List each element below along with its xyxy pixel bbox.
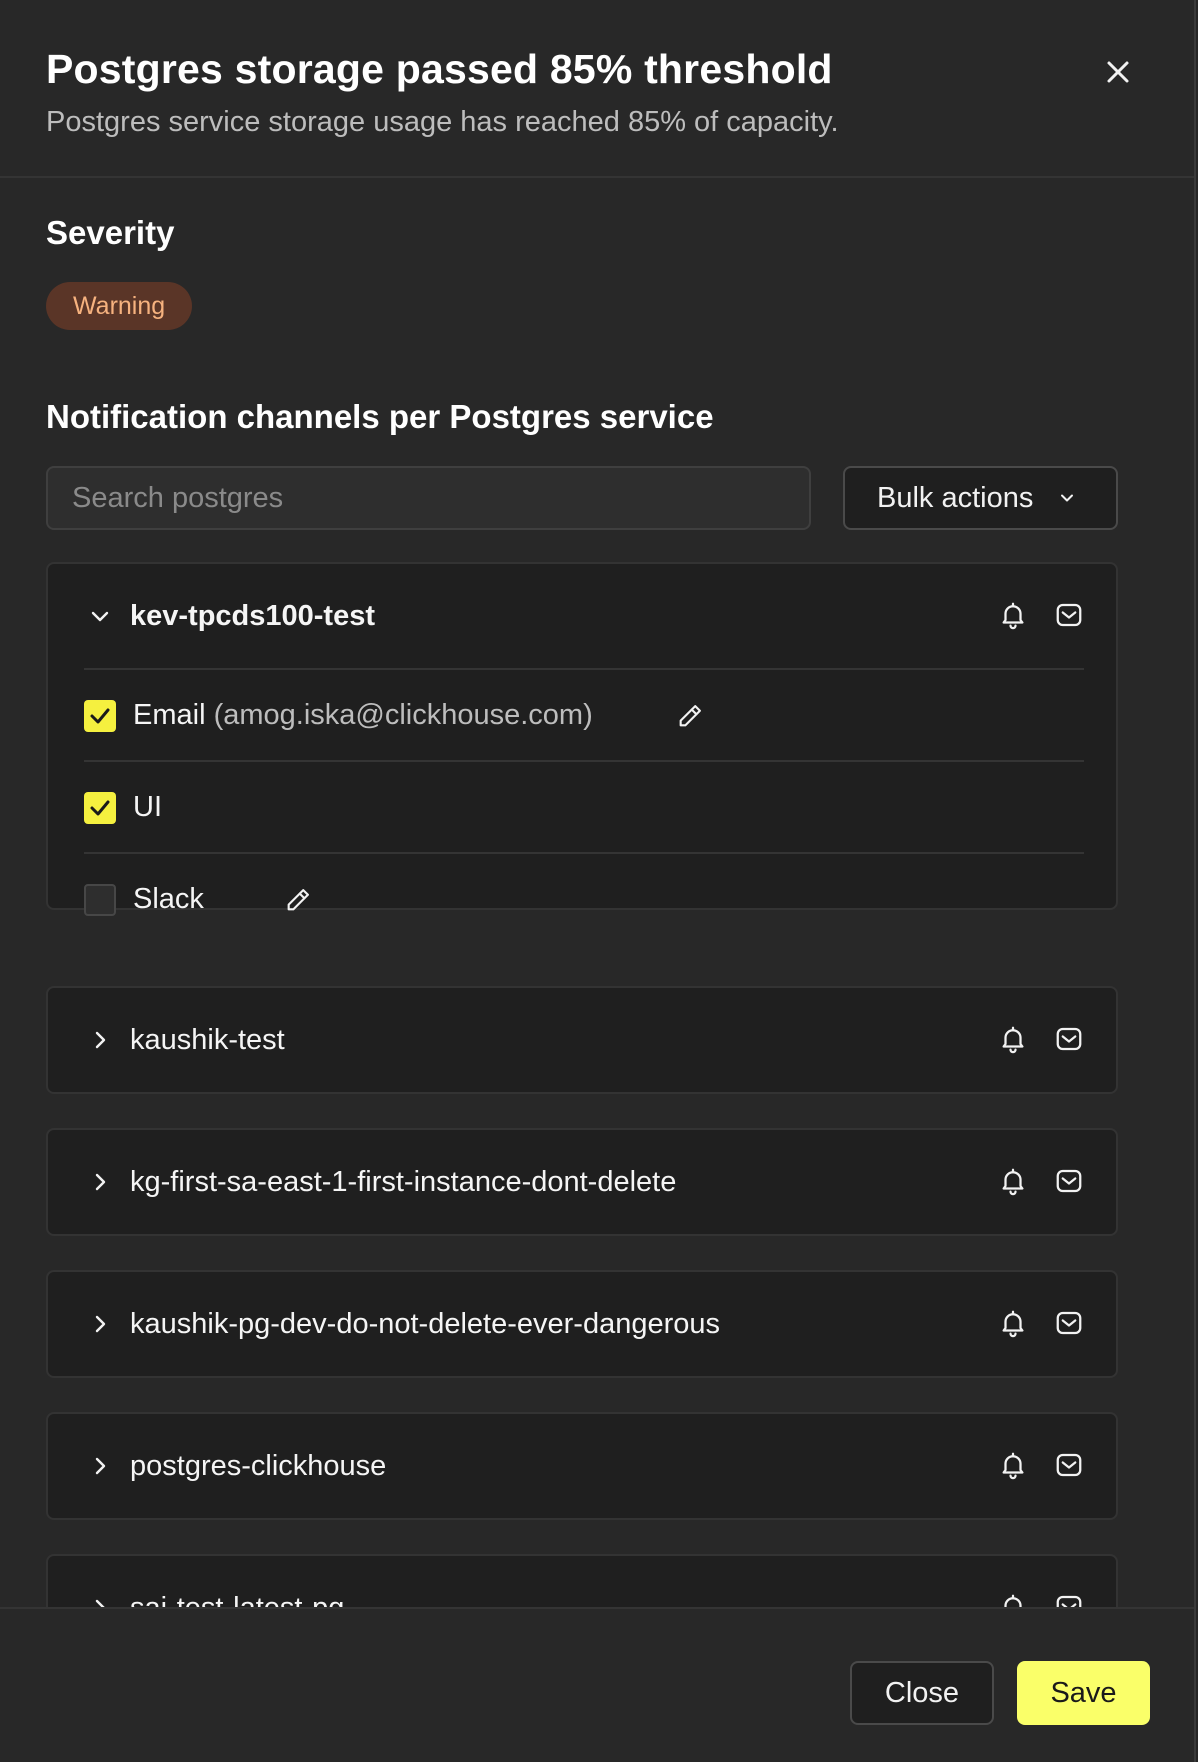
severity-badge: Warning [46, 282, 193, 330]
notification-channels-label: Notification channels per Postgres servi… [46, 398, 714, 435]
email-checkbox[interactable] [84, 700, 116, 732]
search-input[interactable] [46, 466, 811, 530]
service-name: kaushik-pg-dev-do-not-delete-ever-danger… [130, 1308, 720, 1340]
page-title: Postgres storage passed 85% threshold [46, 46, 833, 92]
bulk-actions-label: Bulk actions [877, 481, 1034, 514]
check-icon [90, 708, 110, 724]
slack-checkbox[interactable] [84, 884, 116, 916]
channel-email-address: (amog.iska@clickhouse.com) [213, 699, 593, 731]
channel-row-ui: UI [84, 760, 1084, 852]
service-card-header[interactable]: kaushik-pg-dev-do-not-delete-ever-danger… [48, 1272, 1116, 1376]
close-button[interactable]: Close [850, 1661, 994, 1725]
bell-icon[interactable] [998, 1308, 1028, 1338]
severity-label: Severity [46, 214, 175, 251]
service-card-kg-first-sa-east-1: kg-first-sa-east-1-first-instance-dont-d… [46, 1128, 1118, 1236]
chevron-down-icon [1061, 494, 1074, 502]
mail-icon[interactable] [1054, 1450, 1084, 1480]
check-icon [90, 800, 110, 816]
service-name: kaushik-test [130, 1024, 285, 1056]
panel-footer: Close Save [0, 1607, 1194, 1762]
chevron-right-icon [95, 1599, 105, 1607]
mail-icon[interactable] [1054, 1024, 1084, 1054]
service-card-header[interactable]: kev-tpcds100-test [48, 564, 1116, 668]
service-card-sai-test-latest-pg: sai-test-latest-pg [46, 1554, 1118, 1607]
service-card-postgres-clickhouse: postgres-clickhouse [46, 1412, 1118, 1520]
mail-icon[interactable] [1054, 600, 1084, 630]
chevron-right-icon [95, 1173, 106, 1191]
mail-icon[interactable] [1054, 1592, 1084, 1607]
chevron-down-icon [91, 611, 109, 622]
mail-icon[interactable] [1054, 1166, 1084, 1196]
mail-icon[interactable] [1054, 1308, 1084, 1338]
close-panel-button[interactable] [1100, 54, 1136, 90]
ui-checkbox[interactable] [84, 792, 116, 824]
service-card-header[interactable]: kg-first-sa-east-1-first-instance-dont-d… [48, 1130, 1116, 1234]
pencil-icon[interactable] [676, 702, 704, 730]
service-name: sai-test-latest-pg [130, 1592, 344, 1607]
chevron-right-icon [95, 1457, 106, 1475]
service-name: kg-first-sa-east-1-first-instance-dont-d… [130, 1166, 677, 1198]
save-button[interactable]: Save [1017, 1661, 1150, 1725]
channel-name: Email [133, 699, 206, 731]
bell-icon[interactable] [998, 1450, 1028, 1480]
channel-row-slack: Slack [84, 852, 1084, 944]
pencil-icon[interactable] [284, 886, 312, 914]
service-list[interactable]: kev-tpcds100-test Email (amog.iska@click… [0, 560, 1194, 1607]
service-name: postgres-clickhouse [130, 1450, 387, 1482]
service-card-header[interactable]: sai-test-latest-pg [48, 1556, 1116, 1607]
channel-row-email: Email (amog.iska@clickhouse.com) [84, 668, 1084, 760]
bell-icon[interactable] [998, 1024, 1028, 1054]
service-card-kev-tpcds100-test: kev-tpcds100-test Email (amog.iska@click… [46, 562, 1118, 916]
service-card-kaushik-test: kaushik-test [46, 986, 1118, 1094]
service-card-header[interactable]: postgres-clickhouse [48, 1414, 1116, 1518]
service-name: kev-tpcds100-test [130, 600, 375, 632]
close-icon [1107, 61, 1129, 83]
channel-label-slack: Slack [133, 883, 204, 915]
panel-header: Postgres storage passed 85% threshold Po… [0, 0, 1194, 178]
channel-label-email: Email (amog.iska@clickhouse.com) [133, 699, 593, 732]
bell-icon[interactable] [998, 1166, 1028, 1196]
service-card-kaushik-pg-dev: kaushik-pg-dev-do-not-delete-ever-danger… [46, 1270, 1118, 1378]
chevron-right-icon [95, 1315, 106, 1333]
service-card-header[interactable]: kaushik-test [48, 988, 1116, 1092]
bell-icon[interactable] [998, 1592, 1028, 1607]
channel-label-ui: UI [133, 791, 162, 823]
bell-icon[interactable] [998, 600, 1028, 630]
chevron-right-icon [95, 1031, 106, 1049]
alert-settings-panel: Postgres storage passed 85% threshold Po… [0, 0, 1196, 1762]
bulk-actions-button[interactable]: Bulk actions [843, 466, 1118, 530]
page-subtitle: Postgres service storage usage has reach… [46, 106, 839, 138]
